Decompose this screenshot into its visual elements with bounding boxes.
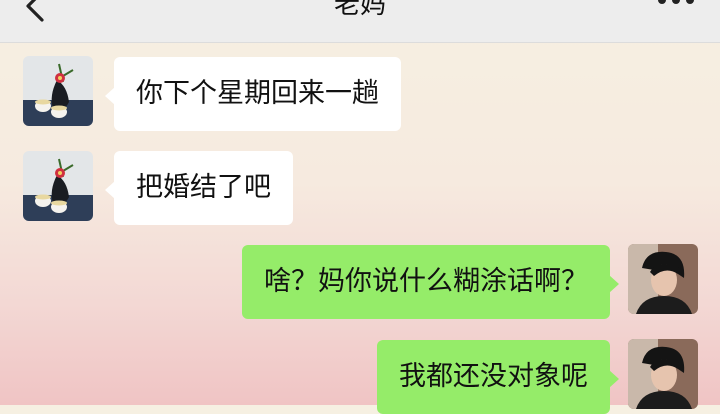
- my-avatar[interactable]: [628, 339, 698, 409]
- message-bubble[interactable]: 啥？妈你说什么糊涂话啊？: [242, 245, 619, 319]
- mom-avatar[interactable]: [23, 151, 93, 221]
- mom-avatar[interactable]: [23, 56, 93, 126]
- my-avatar[interactable]: [628, 244, 698, 314]
- message-bubble[interactable]: 你下个星期回来一趟: [105, 57, 401, 131]
- chat-title: 老妈: [333, 0, 386, 20]
- ellipsis-icon: [658, 0, 694, 4]
- message-bubble[interactable]: 我都还没对象呢: [377, 340, 619, 414]
- more-button[interactable]: [654, 0, 698, 12]
- message-bubble[interactable]: 把婚结了吧: [105, 151, 293, 225]
- chat-header: 老妈: [0, 0, 720, 43]
